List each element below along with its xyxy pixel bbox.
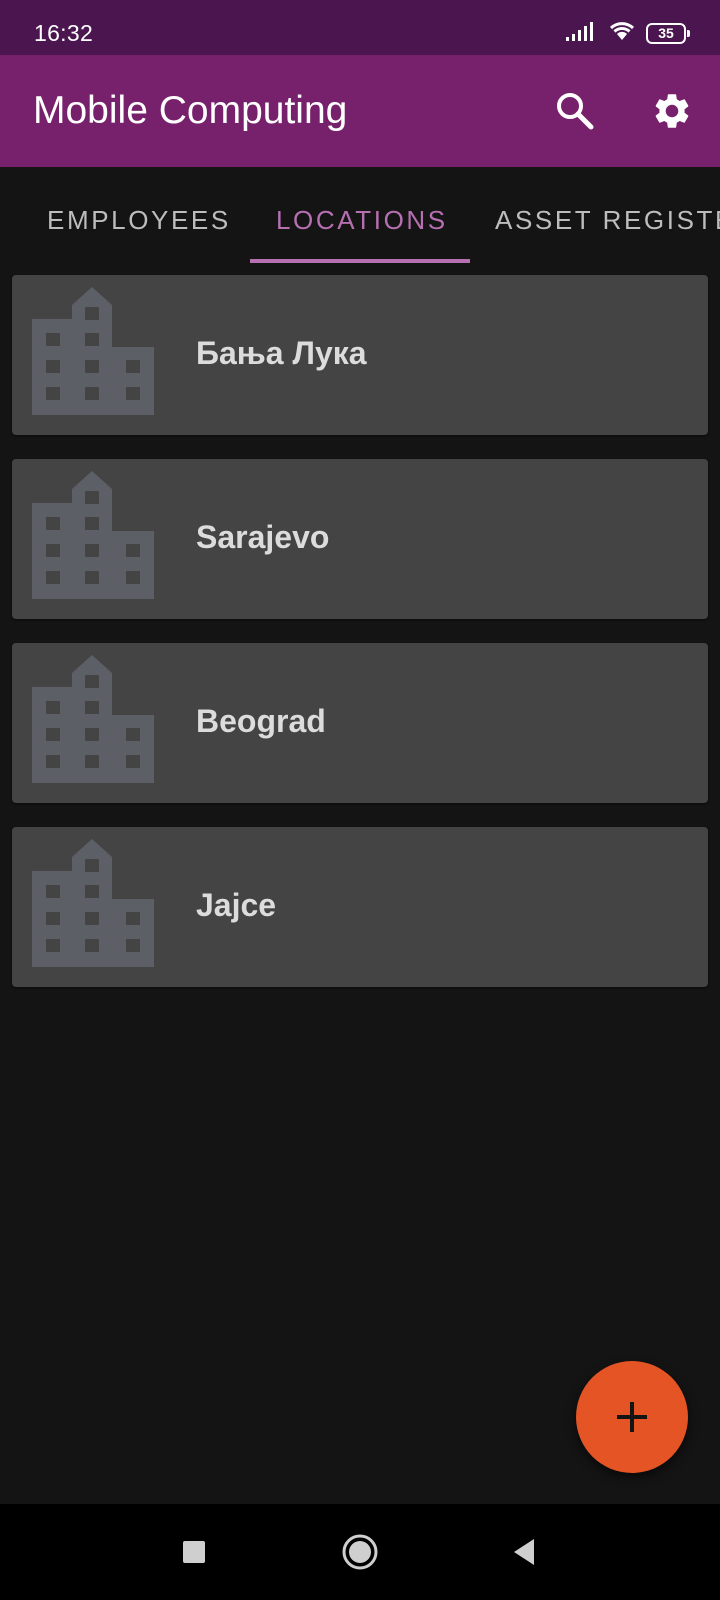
settings-button[interactable] xyxy=(648,87,696,135)
system-nav-bar xyxy=(0,1504,720,1600)
building-icon xyxy=(32,839,154,967)
signal-icon xyxy=(566,21,598,46)
back-icon xyxy=(514,1539,534,1565)
recents-button[interactable] xyxy=(170,1528,218,1576)
tab-indicator xyxy=(250,259,470,263)
add-location-button[interactable] xyxy=(576,1361,688,1473)
building-icon xyxy=(32,655,154,783)
plus-icon xyxy=(617,1402,647,1432)
location-card[interactable]: Beograd xyxy=(12,643,708,803)
location-name: Jajce xyxy=(196,887,277,923)
search-button[interactable] xyxy=(551,87,599,135)
search-icon xyxy=(557,93,594,130)
wifi-icon xyxy=(608,20,636,47)
tab-employees[interactable]: EMPLOYEES xyxy=(47,205,231,236)
tab-locations[interactable]: LOCATIONS xyxy=(276,205,448,236)
tab-asset-register[interactable]: ASSET REGISTER xyxy=(495,205,720,236)
home-button[interactable] xyxy=(336,1528,384,1576)
tab-bar: EMPLOYEES LOCATIONS ASSET REGISTER xyxy=(0,167,720,263)
location-card[interactable]: Sarajevo xyxy=(12,459,708,619)
building-icon xyxy=(32,471,154,599)
app-title: Mobile Computing xyxy=(33,89,348,132)
location-card[interactable]: Jajce xyxy=(12,827,708,987)
battery-icon: 35 xyxy=(646,23,690,44)
battery-level: 35 xyxy=(658,25,674,41)
location-name: Бања Лука xyxy=(196,335,367,371)
status-icons: 35 xyxy=(566,20,690,47)
gear-icon xyxy=(655,94,689,128)
location-name: Sarajevo xyxy=(196,519,330,555)
location-name: Beograd xyxy=(196,703,326,739)
location-card[interactable]: Бања Лука xyxy=(12,275,708,435)
home-icon xyxy=(342,1534,378,1570)
building-icon xyxy=(32,287,154,415)
recents-icon xyxy=(183,1541,205,1563)
status-bar: 16:32 35 xyxy=(0,0,720,55)
status-time: 16:32 xyxy=(34,20,94,46)
back-button[interactable] xyxy=(500,1528,548,1576)
app-bar: Mobile Computing xyxy=(0,55,720,167)
location-list: Бања Лука Sarajevo Beograd Jajce xyxy=(12,275,708,1011)
